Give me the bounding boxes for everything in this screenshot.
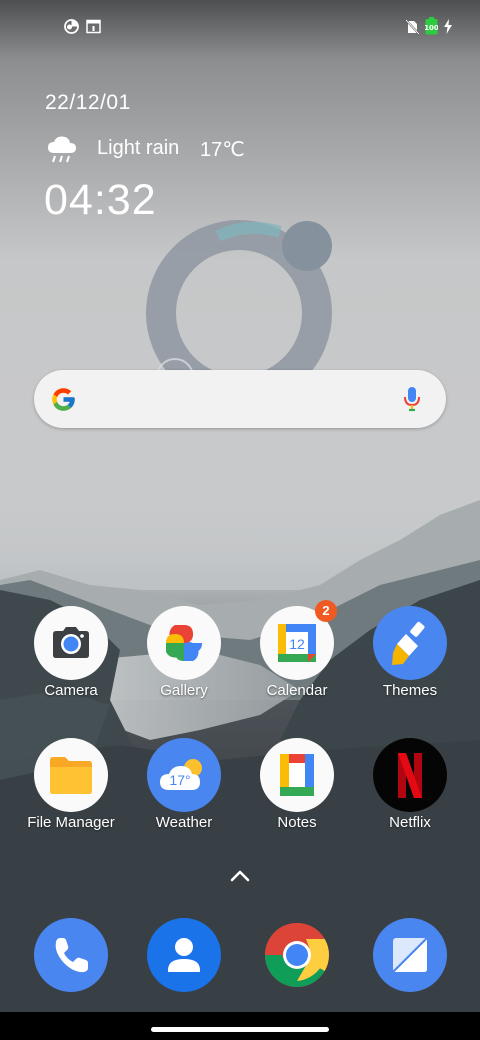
svg-text:12: 12 [289, 636, 305, 652]
app-calendar[interactable]: 12 Calendar [241, 606, 353, 702]
app-weather[interactable]: 17° Weather [128, 738, 240, 834]
phone-icon[interactable] [34, 918, 108, 992]
home-screen: 100 22/12/01 Light rain 17℃ 04:32 Camera… [0, 0, 480, 1012]
app-netflix[interactable]: Netflix [354, 738, 466, 834]
camera-icon [34, 606, 108, 680]
notification-icon [86, 19, 101, 34]
microphone-icon[interactable] [402, 385, 422, 413]
app-label: Themes [382, 682, 438, 699]
notes-icon [260, 738, 334, 812]
svg-text:100: 100 [425, 24, 438, 32]
chrome-icon[interactable] [260, 918, 334, 992]
status-bar: 100 [0, 0, 480, 54]
pinwheel-icon [147, 606, 221, 680]
date-display: 22/12/01 [45, 91, 131, 114]
google-search-bar[interactable] [34, 370, 446, 428]
netflix-icon [373, 738, 447, 812]
app-label: Netflix [389, 814, 431, 831]
cloud-rain-icon [48, 136, 76, 163]
weather-description: Light rain [97, 137, 180, 159]
google-g-icon [52, 388, 75, 411]
paint-brush-icon [373, 606, 447, 680]
notification-badge: 2 [315, 600, 337, 622]
clock-display[interactable]: 04:32 [44, 176, 157, 225]
navigation-bar [0, 1012, 480, 1040]
battery-charging-icon: 100 [425, 17, 438, 35]
home-gesture-handle[interactable] [151, 1027, 329, 1032]
contacts-icon[interactable] [147, 918, 221, 992]
messages-icon[interactable] [373, 918, 447, 992]
app-file-manager[interactable]: File Manager [15, 738, 127, 834]
weather-temperature: 17℃ [200, 139, 245, 161]
app-notes[interactable]: Notes [241, 738, 353, 834]
data-saver-icon [64, 19, 79, 34]
no-sim-icon [405, 19, 420, 35]
folder-icon [34, 738, 108, 812]
chevron-up-icon[interactable] [228, 866, 252, 884]
weather-icon: 17° [147, 738, 221, 812]
app-camera[interactable]: Camera [15, 606, 127, 702]
app-gallery[interactable]: Gallery [128, 606, 240, 702]
svg-text:17°: 17° [169, 772, 190, 788]
charging-bolt-icon [444, 19, 452, 34]
app-themes[interactable]: Themes [354, 606, 466, 702]
